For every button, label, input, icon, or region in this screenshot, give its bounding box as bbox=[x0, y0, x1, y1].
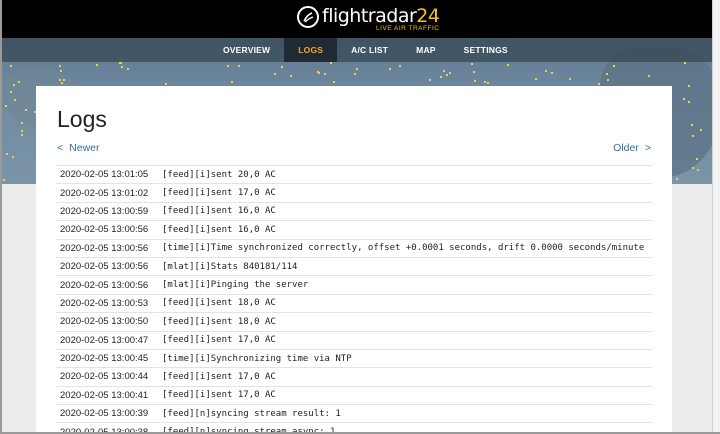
newer-label: Newer bbox=[69, 142, 100, 154]
log-row: 2020-02-05 13:00:45 [time][i]Synchronizin… bbox=[56, 348, 652, 367]
log-row: 2020-02-05 13:00:41 [feed][i]sent 17,0 AC bbox=[56, 385, 652, 404]
log-message: [feed][i]sent 20,0 AC bbox=[162, 169, 276, 180]
log-message: [feed][i]sent 17,0 AC bbox=[162, 371, 276, 382]
log-message: [feed][i]sent 17,0 AC bbox=[162, 188, 276, 199]
log-timestamp: 2020-02-05 13:00:56 bbox=[60, 224, 149, 236]
log-timestamp: 2020-02-05 13:00:56 bbox=[60, 261, 149, 273]
chevron-right-icon: > bbox=[644, 142, 651, 154]
log-row: 2020-02-05 13:00:56 [feed][i]sent 16,0 AC bbox=[56, 220, 652, 238]
top-bar: flightradar24 LIVE AIR TRAFFIC bbox=[0, 0, 720, 38]
log-timestamp: 2020-02-05 13:00:41 bbox=[60, 389, 149, 401]
nav-overview[interactable]: OVERVIEW bbox=[209, 38, 284, 62]
radar-icon bbox=[297, 6, 319, 28]
log-timestamp: 2020-02-05 13:00:39 bbox=[60, 408, 149, 420]
log-timestamp: 2020-02-05 13:00:56 bbox=[60, 279, 149, 291]
log-row: 2020-02-05 13:00:47 [feed][i]sent 17,0 AC bbox=[56, 330, 652, 349]
nav-settings[interactable]: SETTINGS bbox=[450, 38, 522, 62]
log-row: 2020-02-05 13:00:56 [time][i]Time synchro… bbox=[56, 238, 652, 257]
log-table: 2020-02-05 13:01:05 [feed][i]sent 20,0 AC… bbox=[56, 165, 652, 434]
log-row: 2020-02-05 13:00:56 [mlat][i]Stats 840181… bbox=[56, 256, 652, 275]
log-message: [mlat][i]Stats 840181/114 bbox=[162, 261, 298, 272]
log-message: [time][i]Synchronizing time via NTP bbox=[162, 353, 352, 364]
logo-number: 24 bbox=[416, 5, 440, 27]
log-timestamp: 2020-02-05 13:00:56 bbox=[60, 242, 149, 254]
log-timestamp: 2020-02-05 13:00:59 bbox=[60, 205, 149, 217]
log-row: 2020-02-05 13:00:39 [feed][n]syncing stre… bbox=[56, 404, 652, 422]
log-message: [time][i]Time synchronized correctly, of… bbox=[162, 243, 645, 254]
log-message: [feed][i]sent 18,0 AC bbox=[162, 298, 276, 309]
log-message: [feed][i]sent 16,0 AC bbox=[162, 224, 276, 235]
older-link[interactable]: Older > bbox=[613, 142, 651, 154]
chevron-left-icon: < bbox=[57, 142, 64, 154]
log-row: 2020-02-05 13:00:56 [mlat][i]Pinging the … bbox=[56, 275, 652, 293]
nav-logs[interactable]: LOGS bbox=[284, 38, 338, 62]
nav-bar: OVERVIEW LOGS A/C LIST MAP SETTINGS bbox=[0, 38, 720, 62]
log-message: [mlat][i]Pinging the server bbox=[162, 280, 309, 291]
log-message: [feed][n]syncing stream result: 1 bbox=[162, 408, 341, 419]
log-timestamp: 2020-02-05 13:00:47 bbox=[60, 334, 149, 346]
logs-panel: Logs < Newer Older > 2020-02-05 13:01:05 [f… bbox=[36, 86, 672, 434]
log-row: 2020-02-05 13:00:53 [feed][i]sent 18,0 AC bbox=[56, 293, 652, 312]
newer-link[interactable]: < Newer bbox=[57, 142, 99, 154]
log-row: 2020-02-05 13:00:50 [feed][i]sent 18,0 AC bbox=[56, 312, 652, 330]
log-message: [feed][i]sent 17,0 AC bbox=[162, 390, 276, 401]
flightradar24-logo[interactable]: flightradar24 LIVE AIR TRAFFIC bbox=[297, 4, 440, 34]
nav-ac-list[interactable]: A/C LIST bbox=[337, 38, 402, 62]
logo-name: flightradar bbox=[322, 5, 417, 27]
log-timestamp: 2020-02-05 13:00:50 bbox=[60, 316, 149, 328]
log-timestamp: 2020-02-05 13:00:53 bbox=[60, 297, 149, 309]
logo-tagline: LIVE AIR TRAFFIC bbox=[375, 25, 440, 32]
scrollbar[interactable] bbox=[712, 0, 720, 434]
log-row: 2020-02-05 13:01:05 [feed][i]sent 20,0 AC bbox=[56, 165, 652, 183]
log-timestamp: 2020-02-05 13:00:45 bbox=[60, 353, 149, 365]
log-row: 2020-02-05 13:01:02 [feed][i]sent 17,0 AC bbox=[56, 183, 652, 201]
older-label: Older bbox=[613, 142, 639, 154]
log-message: [feed][i]sent 16,0 AC bbox=[162, 206, 276, 217]
log-message: [feed][i]sent 18,0 AC bbox=[162, 316, 276, 327]
log-timestamp: 2020-02-05 13:01:05 bbox=[60, 169, 149, 181]
log-row: 2020-02-05 13:00:44 [feed][i]sent 17,0 AC bbox=[56, 367, 652, 385]
log-timestamp: 2020-02-05 13:01:02 bbox=[60, 187, 149, 199]
log-timestamp: 2020-02-05 13:00:44 bbox=[60, 371, 149, 383]
log-row: 2020-02-05 13:00:59 [feed][i]sent 16,0 AC bbox=[56, 201, 652, 220]
main-nav: OVERVIEW LOGS A/C LIST MAP SETTINGS bbox=[209, 38, 522, 62]
log-message: [feed][i]sent 17,0 AC bbox=[162, 335, 276, 346]
window-frame-left bbox=[0, 0, 2, 434]
nav-map[interactable]: MAP bbox=[402, 38, 450, 62]
page-title: Logs bbox=[57, 106, 107, 132]
